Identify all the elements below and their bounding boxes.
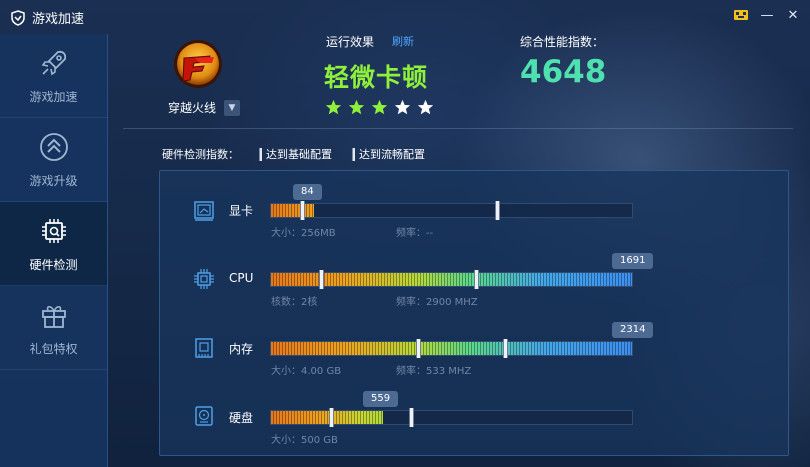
star-icon (417, 99, 434, 115)
star-icon (325, 99, 342, 115)
effect-value: 轻微卡顿 (324, 63, 429, 92)
memory-icon (195, 338, 213, 358)
bar-track-cpu (270, 270, 633, 289)
info-memory-freq: 频率：533 MHZ (396, 366, 472, 377)
upgrade-icon (39, 133, 68, 161)
bar-track-disk (270, 408, 633, 427)
legend-smooth: 达到流畅配置 (359, 148, 425, 161)
basic-marker-gpu (300, 201, 305, 220)
app-title-text: 游戏加速 (32, 12, 85, 27)
minimize-button[interactable]: — (758, 6, 776, 24)
smooth-marker-icon (352, 147, 355, 161)
info-cpu-freq: 频率：2900 MHZ (396, 297, 478, 308)
chip-icon (41, 219, 66, 243)
sidebar-item-label: 游戏加速 (29, 90, 78, 104)
cpu-icon (194, 269, 214, 289)
basic-marker-memory (416, 339, 421, 358)
info-cpu-cores: 核数：2核 (271, 297, 318, 308)
graphics-card-icon (194, 201, 214, 221)
score-value: 4648 (520, 54, 607, 90)
close-button[interactable]: ✕ (784, 6, 802, 24)
legend: 硬件检测指数： 达到基础配置 达到流畅配置 (162, 146, 425, 162)
score-tag-memory: 2314 (612, 322, 654, 338)
bar-fill-memory (271, 342, 632, 355)
hard-disk-icon (195, 406, 213, 426)
sidebar-item-hardware-check[interactable]: 硬件检测 (0, 202, 107, 286)
shield-logo-icon (11, 9, 25, 26)
bar-fill-gpu (271, 204, 314, 217)
sidebar: 游戏加速 游戏升级 硬件检测 礼包特权 (0, 34, 108, 467)
star-icon (348, 99, 365, 115)
app-title: 游戏加速 (10, 8, 84, 27)
bar-track-gpu (270, 201, 633, 220)
score-tag-disk: 559 (363, 391, 399, 407)
hardware-label-memory: 内存 (229, 342, 254, 356)
chevron-down-icon[interactable]: ▼ (224, 99, 241, 116)
basic-marker-icon (259, 147, 262, 161)
sidebar-item-game-boost[interactable]: 游戏加速 (0, 34, 107, 118)
bar-track-memory (270, 339, 633, 358)
rating-stars (325, 99, 434, 116)
score-tag-cpu: 1691 (612, 253, 654, 269)
skin-icon[interactable] (732, 6, 750, 24)
sidebar-item-label: 礼包特权 (29, 342, 78, 356)
hardware-label-disk: 硬盘 (229, 411, 254, 425)
sidebar-item-gift-privileges[interactable]: 礼包特权 (0, 286, 107, 370)
score-label: 综合性能指数： (520, 35, 605, 49)
bar-fill-disk (271, 411, 383, 424)
effect-label: 运行效果 (326, 35, 375, 49)
sidebar-item-game-upgrade[interactable]: 游戏升级 (0, 118, 107, 202)
star-icon (371, 99, 388, 115)
basic-marker-disk (329, 408, 334, 427)
gift-icon (41, 305, 66, 328)
info-memory-size: 大小：4.00 GB (271, 366, 342, 377)
crossfire-logo (174, 40, 222, 88)
hardware-label-cpu: CPU (229, 271, 254, 285)
info-gpu-freq: 频率：-- (396, 228, 434, 239)
sidebar-item-label: 硬件检测 (29, 258, 78, 272)
hardware-label-gpu: 显卡 (229, 204, 254, 218)
game-name: 穿越火线 (168, 101, 217, 115)
legend-basic: 达到基础配置 (266, 148, 332, 161)
star-icon (394, 99, 411, 115)
title-bar[interactable]: 游戏加速 — ✕ (0, 0, 810, 34)
divider (123, 128, 793, 129)
sidebar-item-label: 游戏升级 (29, 174, 78, 188)
smooth-marker-gpu (495, 201, 500, 220)
legend-title: 硬件检测指数： (162, 148, 239, 161)
smooth-marker-cpu (474, 270, 479, 289)
info-gpu-size: 大小：256MB (271, 228, 336, 239)
info-disk-size: 大小：500 GB (271, 435, 338, 446)
game-selector[interactable]: 穿越火线 ▼ (168, 99, 241, 116)
refresh-link[interactable]: 刷新 (392, 33, 414, 49)
smooth-marker-disk (409, 408, 414, 427)
rocket-icon (41, 50, 66, 76)
basic-marker-cpu (319, 270, 324, 289)
score-tag-gpu: 84 (293, 184, 322, 200)
bar-fill-cpu (271, 273, 632, 286)
smooth-marker-memory (503, 339, 508, 358)
window-controls: — ✕ (732, 6, 802, 24)
